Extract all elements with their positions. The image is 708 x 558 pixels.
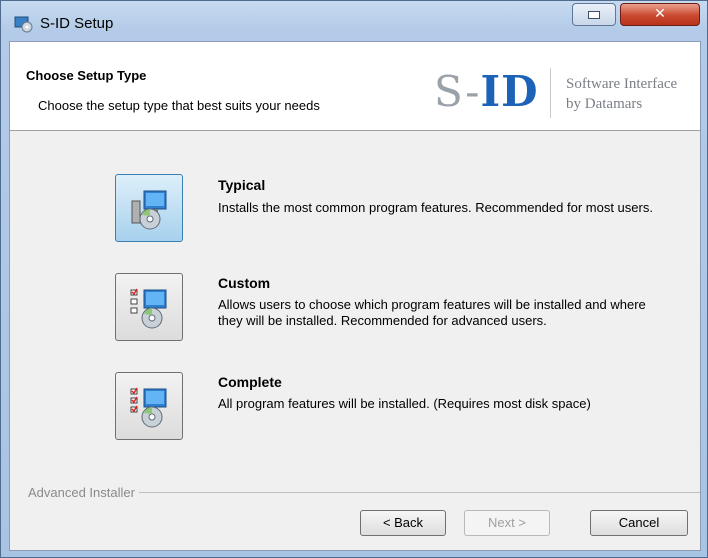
logo-tagline-2: by Datamars: [566, 96, 643, 112]
typical-description: Installs the most common program feature…: [218, 200, 653, 215]
window-title: S-ID Setup: [40, 15, 114, 32]
close-button[interactable]: ✕: [620, 3, 700, 26]
complete-button[interactable]: [115, 372, 183, 440]
complete-description: All program features will be installed. …: [218, 396, 591, 411]
sid-logo: S-ID: [434, 70, 539, 114]
complete-title: Complete: [218, 374, 282, 390]
custom-button[interactable]: [115, 273, 183, 341]
page-title: Choose Setup Type: [26, 68, 147, 83]
custom-title: Custom: [218, 275, 271, 291]
back-button[interactable]: < Back: [360, 510, 446, 536]
logo-id: ID: [480, 67, 539, 116]
install-complete-icon: [130, 387, 167, 428]
logo-tagline-1: Software Interface: [566, 76, 678, 92]
logo-divider: [550, 68, 551, 118]
typical-title: Typical: [218, 177, 266, 193]
app-icon: [14, 16, 33, 33]
title-bar[interactable]: S-ID Setup ✕: [1, 1, 707, 41]
install-typical-icon: [131, 190, 167, 230]
next-button[interactable]: Next >: [464, 510, 550, 536]
cancel-button[interactable]: Cancel: [590, 510, 688, 536]
setup-window: S-ID Setup ✕ Choose Setup Type Choose th…: [0, 0, 708, 558]
logo-prefix: S-: [434, 67, 481, 116]
close-icon: ✕: [654, 6, 666, 22]
restore-button[interactable]: [572, 3, 616, 26]
header-panel: Choose Setup Type Choose the setup type …: [10, 42, 700, 131]
custom-description: Allows users to choose which program fea…: [218, 297, 646, 328]
install-custom-icon: [130, 288, 167, 329]
page-subtitle: Choose the setup type that best suits yo…: [38, 98, 320, 113]
restore-icon: [588, 11, 600, 19]
dialog-body: Choose Setup Type Choose the setup type …: [9, 41, 701, 551]
typical-button[interactable]: [115, 174, 183, 242]
installer-brand: Advanced Installer: [28, 485, 139, 500]
